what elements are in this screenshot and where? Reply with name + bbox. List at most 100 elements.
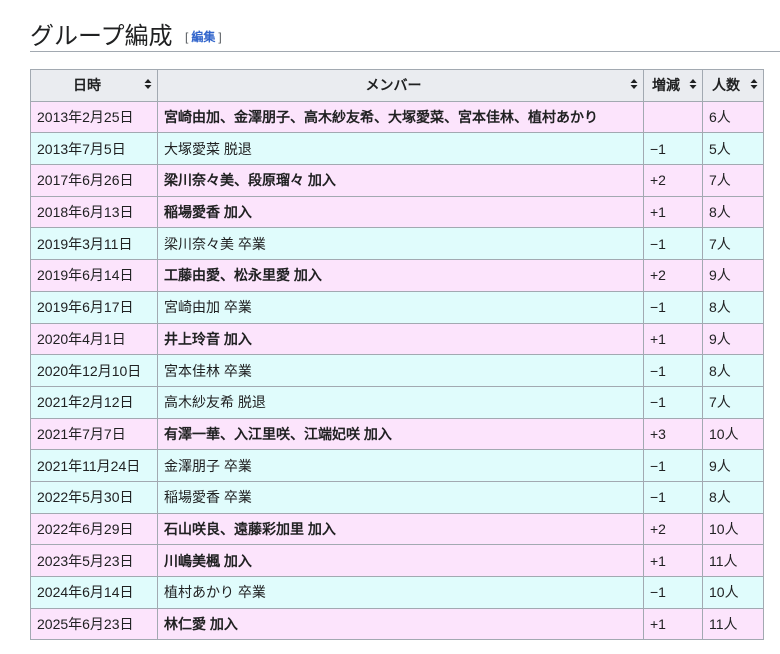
table-row: 2020年12月10日 宮本佳林 卒業 −1 8人 [30, 354, 764, 387]
members-cell: 井上玲音 加入 [157, 322, 644, 356]
members-cell: 梁川奈々美、段原瑠々 加入 [157, 164, 644, 197]
members-cell: 有澤一華、入江里咲、江端妃咲 加入 [157, 417, 644, 451]
change-cell: −1 [643, 449, 703, 482]
date-cell: 2013年7月5日 [30, 132, 158, 166]
table-row: 2024年6月14日 植村あかり 卒業 −1 10人 [30, 576, 764, 609]
table-row: 2020年4月1日 井上玲音 加入 +1 9人 [30, 322, 764, 356]
count-cell: 9人 [702, 449, 764, 482]
edit-link[interactable]: 編集 [191, 30, 215, 44]
members-cell: 宮崎由加 卒業 [157, 290, 644, 324]
table-row: 2021年2月12日 高木紗友希 脱退 −1 7人 [30, 385, 764, 419]
date-cell: 2019年6月14日 [30, 259, 158, 292]
count-cell: 10人 [702, 512, 764, 546]
table-row: 2023年5月23日 川嶋美楓 加入 +1 11人 [30, 544, 764, 577]
change-cell: +2 [643, 259, 703, 292]
members-cell: 高木紗友希 脱退 [157, 385, 644, 419]
count-cell: 8人 [702, 290, 764, 324]
sort-arrows-icon[interactable] [750, 78, 758, 92]
members-cell: 宮崎由加、金澤朋子、高木紗友希、大塚愛菜、宮本佳林、植村あかり [157, 100, 644, 134]
table-row: 2019年6月14日 工藤由愛、松永里愛 加入 +2 9人 [30, 259, 764, 292]
column-header[interactable]: 日時 [30, 69, 158, 102]
change-cell: −1 [643, 227, 703, 261]
count-cell: 11人 [702, 544, 764, 577]
count-cell: 10人 [702, 576, 764, 609]
table-row: 2017年6月26日 梁川奈々美、段原瑠々 加入 +2 7人 [30, 164, 764, 197]
change-cell: −1 [643, 576, 703, 609]
sort-arrows-icon[interactable] [689, 78, 697, 92]
members-cell: 川嶋美楓 加入 [157, 544, 644, 577]
count-cell: 10人 [702, 417, 764, 451]
date-cell: 2021年11月24日 [30, 449, 158, 482]
change-cell: +1 [643, 195, 703, 229]
members-cell: 大塚愛菜 脱退 [157, 132, 644, 166]
members-cell: 宮本佳林 卒業 [157, 354, 644, 387]
group-lineup-table: 日時 メンバー 増減 人数 2013年2月25日 宮崎由加、金澤朋子、高木紗友希、大塚愛… [30, 69, 764, 641]
date-cell: 2013年2月25日 [30, 100, 158, 134]
change-cell: +1 [643, 607, 703, 641]
header-label: 日時 [73, 77, 101, 94]
date-cell: 2020年4月1日 [30, 322, 158, 356]
change-cell: +1 [643, 322, 703, 356]
table-row: 2025年6月23日 林仁愛 加入 +1 11人 [30, 607, 764, 641]
table-row: 2013年2月25日 宮崎由加、金澤朋子、高木紗友希、大塚愛菜、宮本佳林、植村あか… [30, 100, 764, 134]
header-label: メンバー [365, 77, 422, 94]
sort-arrows-icon[interactable] [144, 78, 152, 92]
members-cell: 工藤由愛、松永里愛 加入 [157, 259, 644, 292]
column-header[interactable]: 増減 [643, 69, 703, 102]
bracket: [ [185, 30, 189, 44]
members-cell: 林仁愛 加入 [157, 607, 644, 641]
change-cell [643, 100, 703, 134]
change-cell: +1 [643, 544, 703, 577]
members-cell: 石山咲良、遠藤彩加里 加入 [157, 512, 644, 546]
date-cell: 2019年6月17日 [30, 290, 158, 324]
table-row: 2018年6月13日 稲場愛香 加入 +1 8人 [30, 195, 764, 229]
count-cell: 11人 [702, 607, 764, 641]
table-row: 2022年6月29日 石山咲良、遠藤彩加里 加入 +2 10人 [30, 512, 764, 546]
change-cell: −1 [643, 385, 703, 419]
date-cell: 2018年6月13日 [30, 195, 158, 229]
section-title: グループ編成 [30, 23, 173, 50]
count-cell: 6人 [702, 100, 764, 134]
date-cell: 2019年3月11日 [30, 227, 158, 261]
date-cell: 2023年5月23日 [30, 544, 158, 577]
date-cell: 2025年6月23日 [30, 607, 158, 641]
count-cell: 5人 [702, 132, 764, 166]
table-row: 2021年7月7日 有澤一華、入江里咲、江端妃咲 加入 +3 10人 [30, 417, 764, 451]
members-cell: 金澤朋子 卒業 [157, 449, 644, 482]
count-cell: 8人 [702, 480, 764, 514]
change-cell: −1 [643, 132, 703, 166]
members-cell: 植村あかり 卒業 [157, 576, 644, 609]
count-cell: 7人 [702, 385, 764, 419]
count-cell: 9人 [702, 259, 764, 292]
edit-section: [編集] [185, 28, 222, 45]
table-row: 2022年5月30日 稲場愛香 卒業 −1 8人 [30, 480, 764, 514]
members-cell: 稲場愛香 卒業 [157, 480, 644, 514]
column-header[interactable]: メンバー [157, 69, 644, 102]
section-heading: グループ編成 [編集] [30, 14, 780, 52]
date-cell: 2020年12月10日 [30, 354, 158, 387]
change-cell: +2 [643, 512, 703, 546]
table-row: 2021年11月24日 金澤朋子 卒業 −1 9人 [30, 449, 764, 482]
change-cell: +3 [643, 417, 703, 451]
change-cell: +2 [643, 164, 703, 197]
change-cell: −1 [643, 480, 703, 514]
change-cell: −1 [643, 290, 703, 324]
count-cell: 9人 [702, 322, 764, 356]
count-cell: 8人 [702, 195, 764, 229]
date-cell: 2021年2月12日 [30, 385, 158, 419]
members-cell: 梁川奈々美 卒業 [157, 227, 644, 261]
table-row: 2019年3月11日 梁川奈々美 卒業 −1 7人 [30, 227, 764, 261]
date-cell: 2017年6月26日 [30, 164, 158, 197]
sort-arrows-icon[interactable] [630, 78, 638, 92]
date-cell: 2021年7月7日 [30, 417, 158, 451]
bracket: ] [218, 30, 222, 44]
table-row: 2013年7月5日 大塚愛菜 脱退 −1 5人 [30, 132, 764, 166]
column-header[interactable]: 人数 [702, 69, 764, 102]
date-cell: 2022年5月30日 [30, 480, 158, 514]
table-row: 2019年6月17日 宮崎由加 卒業 −1 8人 [30, 290, 764, 324]
count-cell: 7人 [702, 227, 764, 261]
count-cell: 7人 [702, 164, 764, 197]
date-cell: 2022年6月29日 [30, 512, 158, 546]
count-cell: 8人 [702, 354, 764, 387]
change-cell: −1 [643, 354, 703, 387]
